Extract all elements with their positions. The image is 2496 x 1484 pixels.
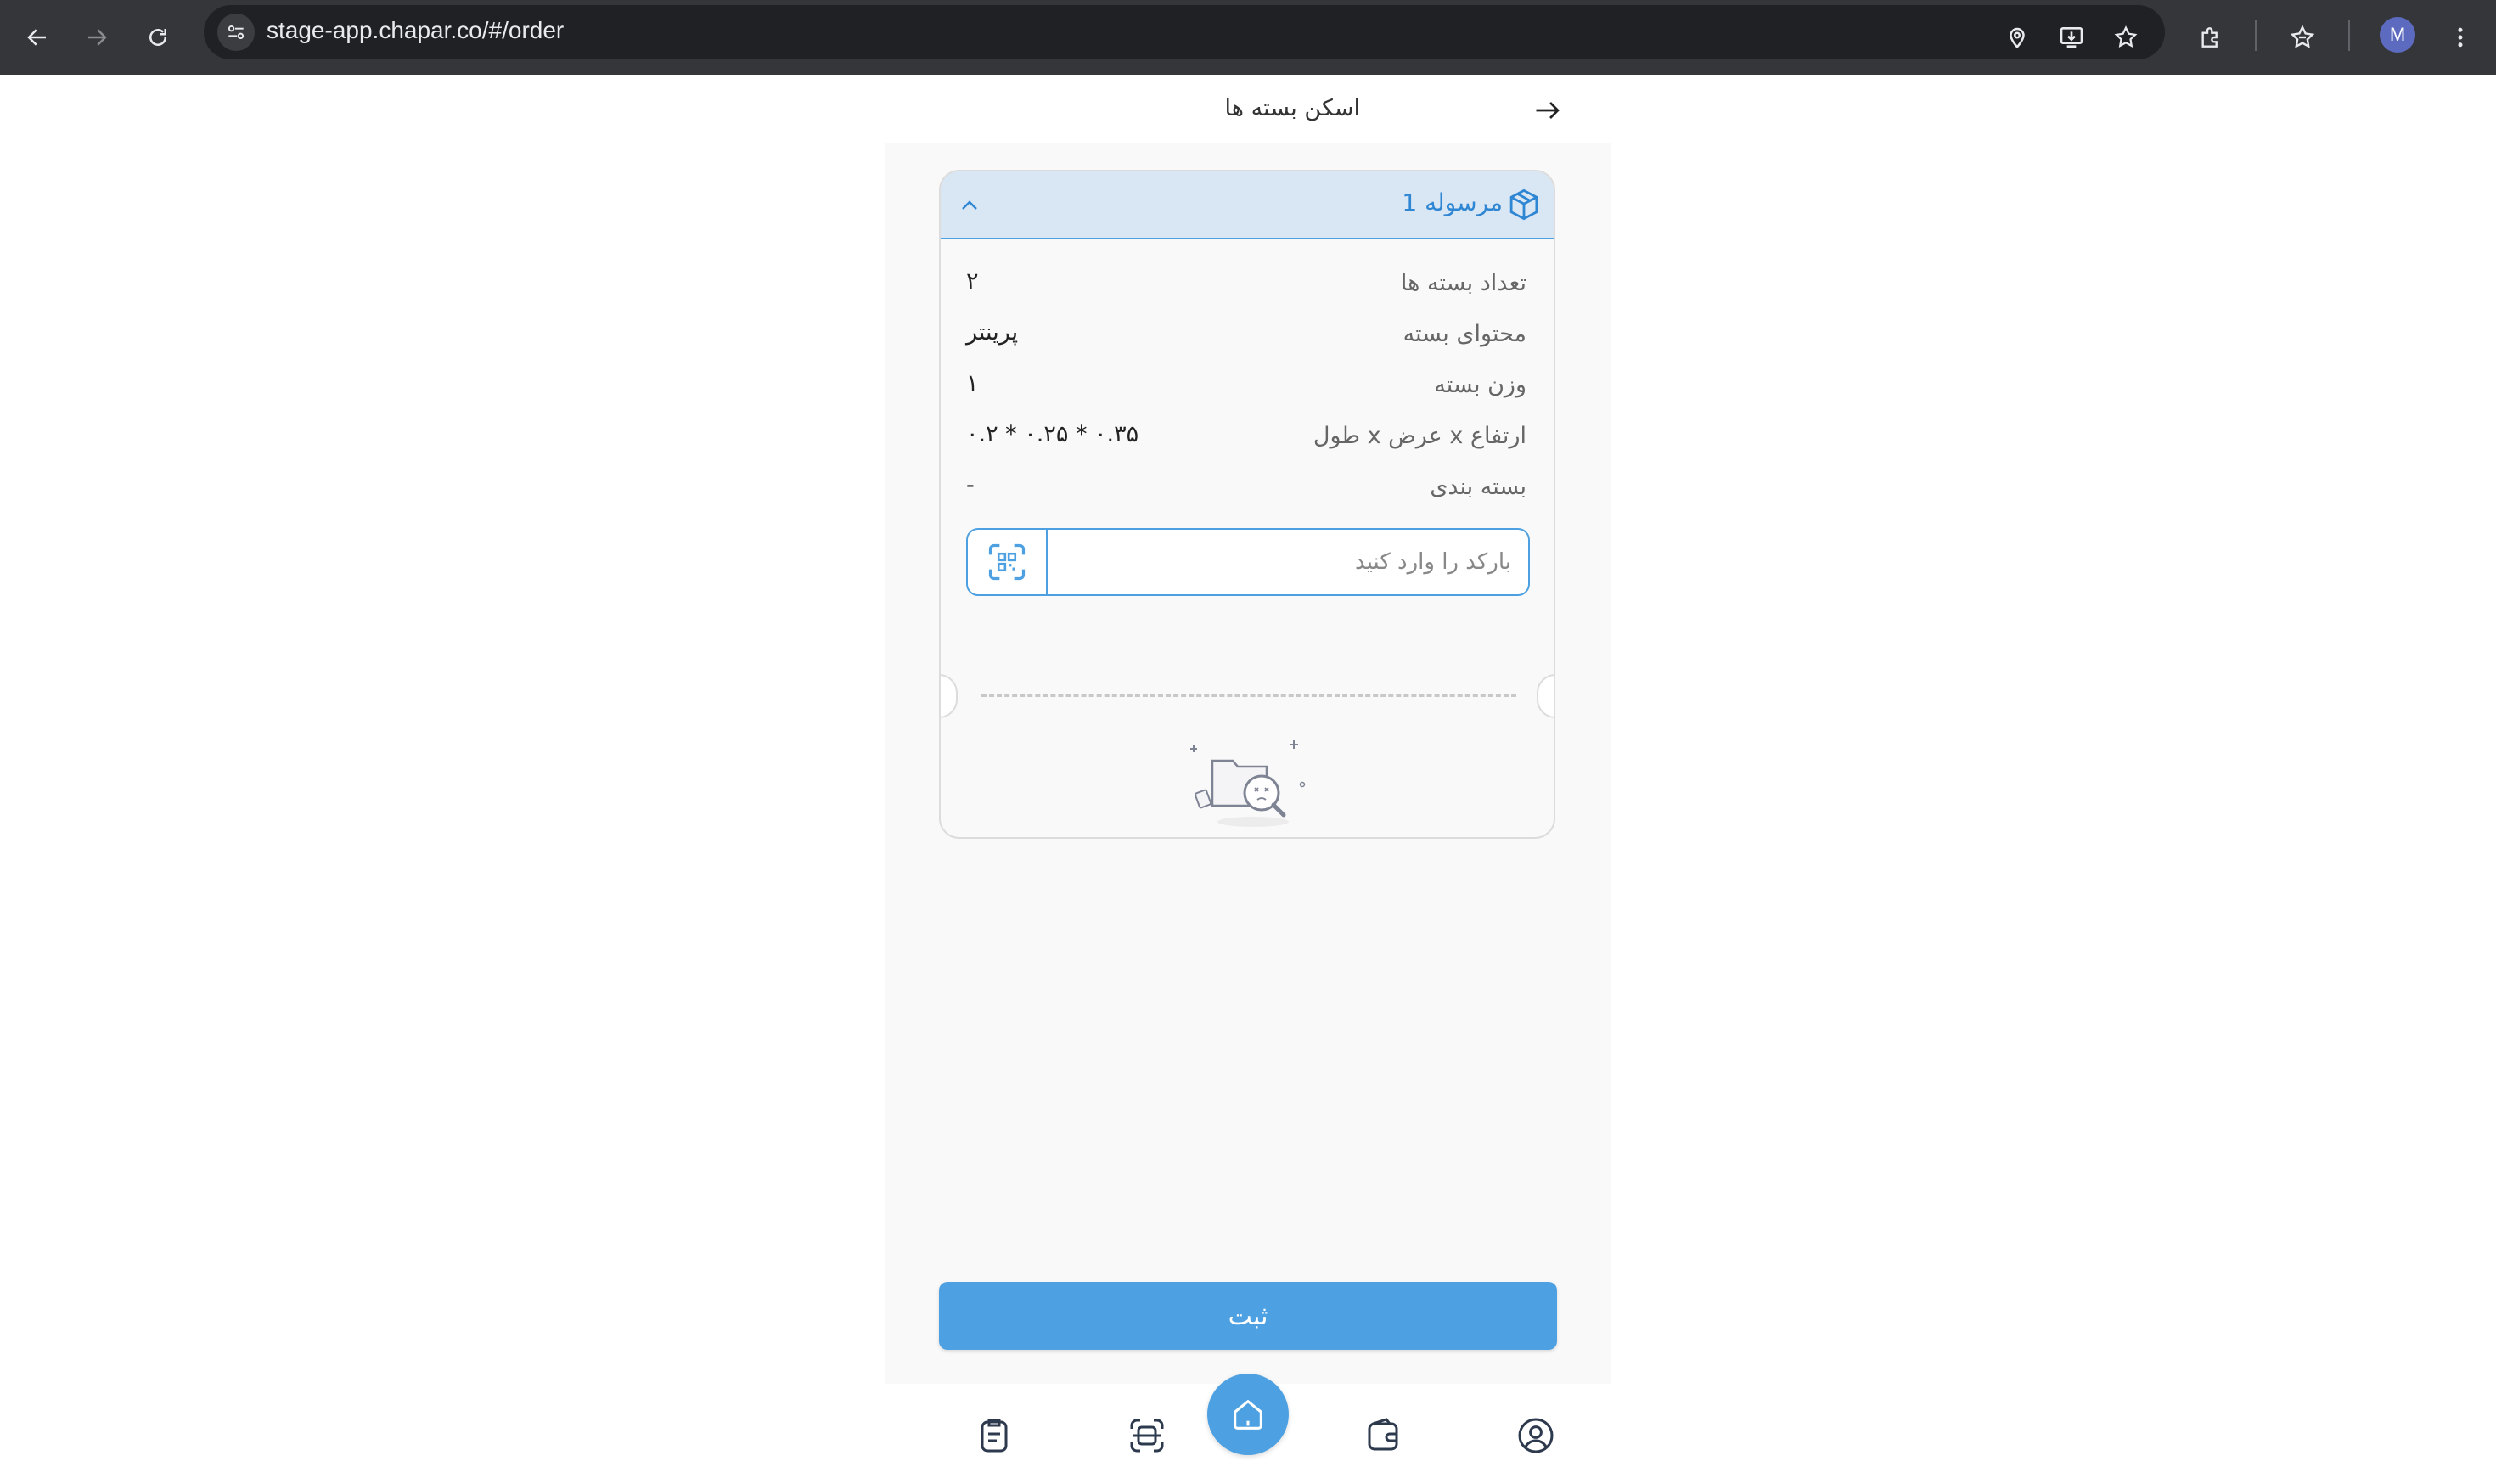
home-icon <box>1234 1399 1262 1430</box>
detail-label: وزن بسته <box>1434 372 1526 398</box>
parcel-title: مرسوله 1 <box>1402 188 1503 216</box>
profile-icon[interactable] <box>1513 1413 1559 1459</box>
qr-scan-button[interactable] <box>968 530 1048 594</box>
submit-button[interactable]: ثبت <box>939 1282 1557 1350</box>
barcode-field <box>966 528 1530 596</box>
ticket-notch-left <box>941 674 958 718</box>
bottom-navigation <box>885 1374 1611 1484</box>
detail-label: تعداد بسته ها <box>1400 270 1526 296</box>
detail-row-content: محتوای بسته پرینتر <box>966 314 1526 357</box>
app-body: مرسوله 1 تعداد بسته ها ۲ محتوای بسته پری… <box>885 143 1611 1384</box>
app-header: اسکن بسته ها <box>885 75 1611 143</box>
detail-row-dimensions: ارتفاع x عرض x طول ۰.۳۵ * ۰.۲۵ * ۰.۲ <box>966 416 1526 458</box>
detail-label: محتوای بسته <box>1403 321 1526 347</box>
site-settings-icon[interactable] <box>217 14 255 51</box>
ticket-notch-right <box>1537 674 1554 718</box>
detail-value: ۱ <box>966 370 979 396</box>
install-app-icon[interactable] <box>2049 15 2094 59</box>
browser-toolbar: stage-app.chapar.co/#/order M <box>0 0 2496 75</box>
detail-value: ۲ <box>966 268 979 295</box>
more-menu-icon[interactable] <box>2438 15 2482 59</box>
scan-icon[interactable] <box>1124 1413 1170 1459</box>
chevron-up-icon[interactable] <box>956 192 983 219</box>
parcel-card-header[interactable]: مرسوله 1 <box>941 171 1554 239</box>
toolbar-divider <box>2348 20 2350 51</box>
detail-row-count: تعداد بسته ها ۲ <box>966 263 1526 306</box>
barcode-input[interactable] <box>1048 530 1528 594</box>
url-text[interactable]: stage-app.chapar.co/#/order <box>267 17 564 44</box>
detail-row-weight: وزن بسته ۱ <box>966 365 1526 408</box>
detail-label: بسته بندی <box>1430 474 1526 500</box>
parcel-card: مرسوله 1 تعداد بسته ها ۲ محتوای بسته پری… <box>939 170 1555 839</box>
address-bar[interactable]: stage-app.chapar.co/#/order <box>204 5 2165 59</box>
box-icon <box>1506 187 1542 222</box>
home-button[interactable] <box>1207 1374 1289 1455</box>
toolbar-divider <box>2255 20 2257 51</box>
location-icon[interactable] <box>1995 15 2039 59</box>
detail-value: - <box>966 472 975 498</box>
extensions-icon[interactable] <box>2189 15 2233 59</box>
bookmark-star-icon[interactable] <box>2104 15 2148 59</box>
qr-scan-icon <box>988 543 1026 581</box>
back-icon[interactable] <box>17 17 58 58</box>
detail-label: ارتفاع x عرض x طول <box>1313 423 1526 449</box>
back-arrow-icon[interactable] <box>1532 95 1564 126</box>
detail-row-packaging: بسته بندی - <box>966 467 1526 509</box>
page-title: اسکن بسته ها <box>1224 95 1360 121</box>
reload-icon[interactable] <box>138 17 178 58</box>
wallet-icon[interactable] <box>1360 1413 1406 1459</box>
dashed-divider <box>981 694 1516 697</box>
empty-search-illustration <box>1187 732 1314 834</box>
detail-value: ۰.۳۵ * ۰.۲۵ * ۰.۲ <box>966 421 1139 447</box>
profile-avatar[interactable]: M <box>2380 17 2415 53</box>
forward-icon[interactable] <box>76 17 117 58</box>
detail-value: پرینتر <box>966 319 1019 346</box>
orders-icon[interactable] <box>971 1413 1017 1459</box>
bookmarks-icon[interactable] <box>2280 15 2325 59</box>
